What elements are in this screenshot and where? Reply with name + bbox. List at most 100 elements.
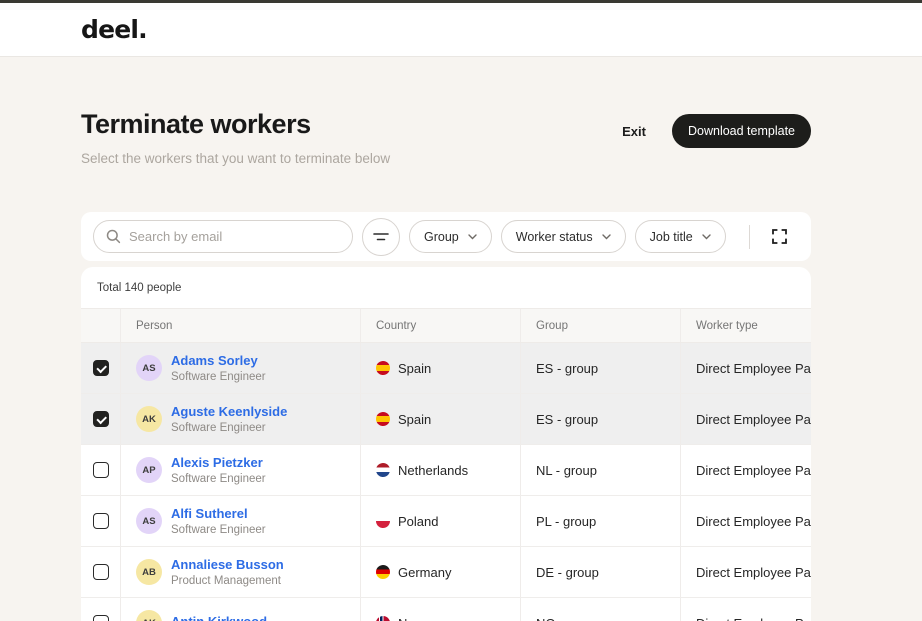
person-job-title: Software Engineer: [171, 473, 266, 485]
deel-logo: deel.: [81, 15, 147, 44]
table-header-row: Person Country Group Worker type: [81, 308, 811, 343]
group-cell: ES - group: [521, 343, 681, 393]
person-cell: AP Alexis Pietzker Software Engineer: [121, 445, 361, 495]
person-job-title: Product Management: [171, 575, 284, 587]
avatar: AB: [136, 559, 162, 585]
column-header-group: Group: [521, 309, 681, 342]
worker-type-cell: Direct Employee Payroll: [681, 496, 811, 546]
worker-type-cell: Direct Employee Payroll: [681, 343, 811, 393]
avatar: AS: [136, 355, 162, 381]
row-checkbox[interactable]: [93, 564, 109, 580]
country-name: Poland: [398, 514, 438, 529]
person-text: Antin Kirkwood: [171, 614, 267, 621]
header-checkbox-cell: [81, 309, 121, 342]
group-cell: NO - group: [521, 598, 681, 621]
exit-button[interactable]: Exit: [622, 124, 646, 139]
person-name-link[interactable]: Adams Sorley: [171, 353, 266, 368]
group-filter-label: Group: [424, 230, 459, 244]
country-flag-icon: [376, 616, 390, 621]
chevron-down-icon: [702, 234, 711, 240]
person-cell: AS Adams Sorley Software Engineer: [121, 343, 361, 393]
country-cell: Norway: [361, 598, 521, 621]
row-checkbox-cell: [81, 547, 121, 597]
download-template-button[interactable]: Download template: [672, 114, 811, 148]
worker-type-cell: Direct Employee Payroll: [681, 598, 811, 621]
head-actions: Exit Download template: [622, 114, 811, 148]
group-cell: PL - group: [521, 496, 681, 546]
person-text: Alexis Pietzker Software Engineer: [171, 455, 266, 485]
country-name: Netherlands: [398, 463, 468, 478]
search-box[interactable]: [93, 220, 353, 253]
page-head-text: Terminate workers Select the workers tha…: [81, 109, 390, 166]
country-name: Spain: [398, 412, 431, 427]
avatar: AK: [136, 406, 162, 432]
filter-button[interactable]: [362, 218, 400, 256]
group-cell: DE - group: [521, 547, 681, 597]
fullscreen-button[interactable]: [759, 218, 799, 256]
row-checkbox-cell: [81, 496, 121, 546]
row-checkbox[interactable]: [93, 360, 109, 376]
group-filter-chip[interactable]: Group: [409, 220, 492, 253]
country-cell: Poland: [361, 496, 521, 546]
avatar: AS: [136, 508, 162, 534]
chevron-down-icon: [602, 234, 611, 240]
person-cell: AK Aguste Keenlyside Software Engineer: [121, 394, 361, 444]
row-checkbox[interactable]: [93, 462, 109, 478]
country-flag-icon: [376, 361, 390, 375]
table-row: AS Alfi Sutherel Software Engineer Polan…: [81, 496, 811, 547]
group-cell: NL - group: [521, 445, 681, 495]
table-row: AB Annaliese Busson Product Management G…: [81, 547, 811, 598]
country-name: Germany: [398, 565, 451, 580]
workers-table: Total 140 people Person Country Group Wo…: [81, 267, 811, 621]
app-header: deel.: [0, 3, 922, 57]
row-checkbox-cell: [81, 343, 121, 393]
table-row: AS Adams Sorley Software Engineer Spain …: [81, 343, 811, 394]
row-checkbox[interactable]: [93, 513, 109, 529]
fullscreen-icon: [772, 229, 787, 244]
row-checkbox[interactable]: [93, 411, 109, 427]
worker-status-filter-label: Worker status: [516, 230, 593, 244]
page-title: Terminate workers: [81, 109, 390, 140]
table-total: Total 140 people: [81, 267, 811, 308]
column-header-worker-type: Worker type: [681, 309, 811, 342]
person-job-title: Software Engineer: [171, 371, 266, 383]
person-name-link[interactable]: Aguste Keenlyside: [171, 404, 287, 419]
country-flag-icon: [376, 463, 390, 477]
country-cell: Spain: [361, 343, 521, 393]
page-head: Terminate workers Select the workers tha…: [81, 109, 811, 166]
job-title-filter-label: Job title: [650, 230, 693, 244]
person-name-link[interactable]: Antin Kirkwood: [171, 614, 267, 621]
page-subtitle: Select the workers that you want to term…: [81, 151, 390, 166]
country-name: Spain: [398, 361, 431, 376]
person-name-link[interactable]: Alexis Pietzker: [171, 455, 266, 470]
person-cell: AB Annaliese Busson Product Management: [121, 547, 361, 597]
worker-type-cell: Direct Employee Payroll: [681, 445, 811, 495]
country-flag-icon: [376, 565, 390, 579]
person-name-link[interactable]: Annaliese Busson: [171, 557, 284, 572]
person-job-title: Software Engineer: [171, 524, 266, 536]
worker-status-filter-chip[interactable]: Worker status: [501, 220, 626, 253]
row-checkbox-cell: [81, 394, 121, 444]
column-header-person: Person: [121, 309, 361, 342]
country-flag-icon: [376, 514, 390, 528]
row-checkbox-cell: [81, 445, 121, 495]
country-cell: Germany: [361, 547, 521, 597]
table-body: AS Adams Sorley Software Engineer Spain …: [81, 343, 811, 621]
person-name-link[interactable]: Alfi Sutherel: [171, 506, 266, 521]
toolbar-divider: [749, 225, 750, 249]
person-text: Alfi Sutherel Software Engineer: [171, 506, 266, 536]
group-cell: ES - group: [521, 394, 681, 444]
column-header-country: Country: [361, 309, 521, 342]
row-checkbox[interactable]: [93, 615, 109, 621]
person-text: Adams Sorley Software Engineer: [171, 353, 266, 383]
row-checkbox-cell: [81, 598, 121, 621]
country-flag-icon: [376, 412, 390, 426]
table-row: AK Aguste Keenlyside Software Engineer S…: [81, 394, 811, 445]
avatar: AK: [136, 610, 162, 621]
country-cell: Netherlands: [361, 445, 521, 495]
table-row: AP Alexis Pietzker Software Engineer Net…: [81, 445, 811, 496]
country-name: Norway: [398, 616, 442, 621]
search-input[interactable]: [129, 229, 340, 244]
worker-type-cell: Direct Employee Payroll: [681, 547, 811, 597]
job-title-filter-chip[interactable]: Job title: [635, 220, 726, 253]
